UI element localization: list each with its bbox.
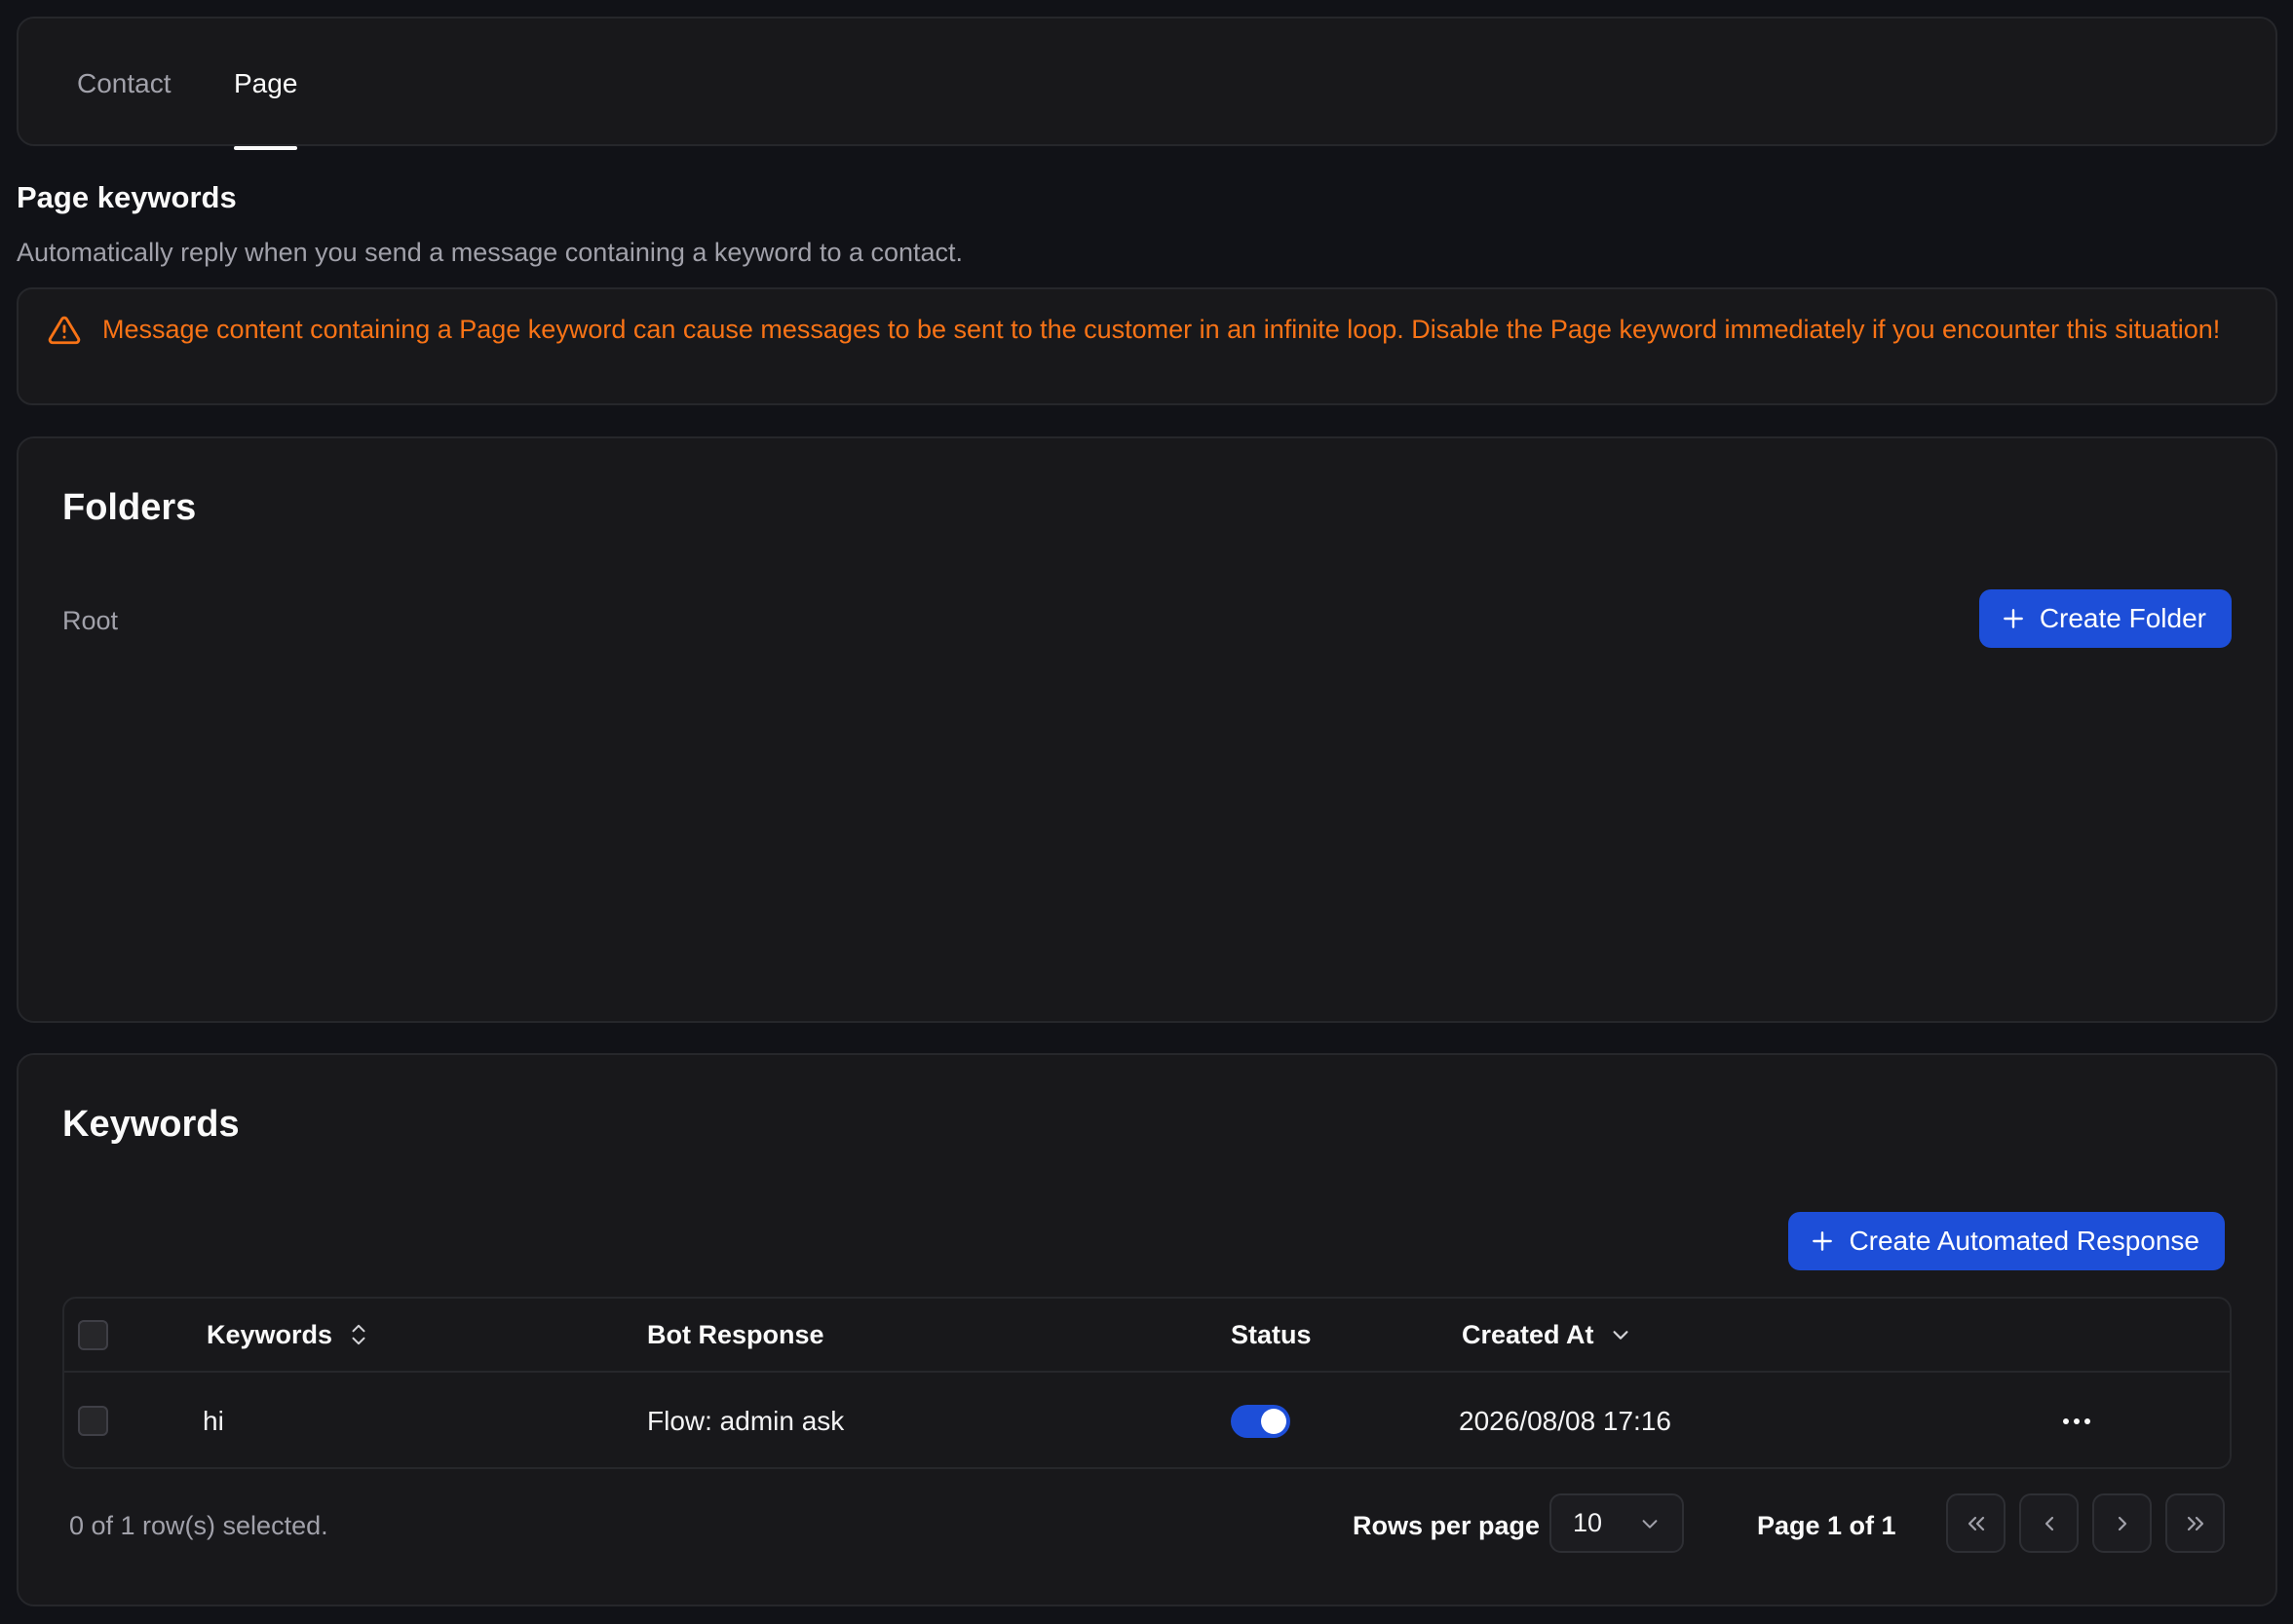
create-automated-response-label: Create Automated Response (1849, 1226, 2199, 1256)
folder-root[interactable]: Root (62, 606, 118, 636)
column-keywords-label: Keywords (207, 1319, 333, 1349)
chevrons-left-icon (1968, 1516, 1984, 1530)
chevron-down-icon (1613, 1331, 1628, 1340)
first-page-button[interactable] (1946, 1493, 2006, 1553)
sort-icon (352, 1324, 365, 1345)
chevron-right-icon (2118, 1516, 2126, 1530)
rows-per-page-select[interactable]: 10 (1549, 1493, 1684, 1553)
page-info: Page 1 of 1 (1757, 1511, 1896, 1540)
keywords-title: Keywords (62, 1104, 240, 1145)
row-created-at: 2026/08/08 17:16 (1459, 1405, 1671, 1436)
column-keywords[interactable]: Keywords (207, 1299, 369, 1371)
column-status: Status (1231, 1319, 1312, 1349)
next-page-button[interactable] (2092, 1493, 2152, 1553)
alert-triangle-icon (48, 316, 81, 345)
selected-count: 0 of 1 row(s) selected. (69, 1511, 328, 1540)
page-title: Page keywords (17, 180, 237, 214)
table-row: hi Flow: admin ask 2026/08/08 17:16 (64, 1373, 2230, 1469)
folders-title: Folders (62, 487, 197, 528)
create-automated-response-button[interactable]: Create Automated Response (1788, 1212, 2225, 1270)
chevron-down-icon (1642, 1519, 1658, 1529)
row-actions-cell (2062, 1373, 2091, 1469)
status-toggle[interactable] (1231, 1404, 1290, 1438)
folders-card: Folders Root Create Folder (17, 436, 2277, 1023)
warning-text: Message content containing a Page keywor… (102, 315, 2221, 344)
chevrons-right-icon (2187, 1516, 2203, 1530)
page-description: Automatically reply when you send a mess… (17, 238, 964, 267)
page-root: Contact Page Page keywords Automatically… (0, 0, 2293, 1624)
rows-per-page-label: Rows per page (1353, 1511, 1541, 1540)
tabs-bar: Contact Page (17, 17, 2277, 150)
more-horizontal-icon[interactable] (2062, 1416, 2091, 1426)
tab-contact[interactable]: Contact (77, 19, 172, 148)
header-checkbox-cell (78, 1299, 108, 1371)
row-checkbox-cell (78, 1373, 108, 1469)
column-created-at[interactable]: Created At (1462, 1299, 1631, 1371)
last-page-button[interactable] (2165, 1493, 2225, 1553)
select-all-checkbox[interactable] (78, 1319, 108, 1350)
create-folder-label: Create Folder (2039, 603, 2206, 633)
keywords-card: Keywords Create Automated Response Keywo… (17, 1053, 2277, 1606)
create-folder-button[interactable]: Create Folder (1978, 589, 2232, 648)
column-bot-response: Bot Response (647, 1319, 824, 1349)
row-status-cell (1231, 1373, 1290, 1469)
tab-page[interactable]: Page (234, 19, 298, 150)
previous-page-button[interactable] (2019, 1493, 2079, 1553)
keywords-table: Keywords Bot Response Status Created At (62, 1297, 2232, 1469)
plus-icon (1813, 1231, 1833, 1251)
row-checkbox[interactable] (78, 1406, 108, 1436)
chevron-left-icon (2045, 1516, 2053, 1530)
rows-per-page-value: 10 (1573, 1508, 1603, 1537)
column-created-at-label: Created At (1462, 1319, 1594, 1349)
plus-icon (2003, 609, 2023, 628)
row-keyword: hi (203, 1405, 224, 1436)
warning-banner: Message content containing a Page keywor… (17, 287, 2277, 405)
row-bot-response: Flow: admin ask (647, 1405, 845, 1436)
table-header: Keywords Bot Response Status Created At (64, 1299, 2230, 1373)
